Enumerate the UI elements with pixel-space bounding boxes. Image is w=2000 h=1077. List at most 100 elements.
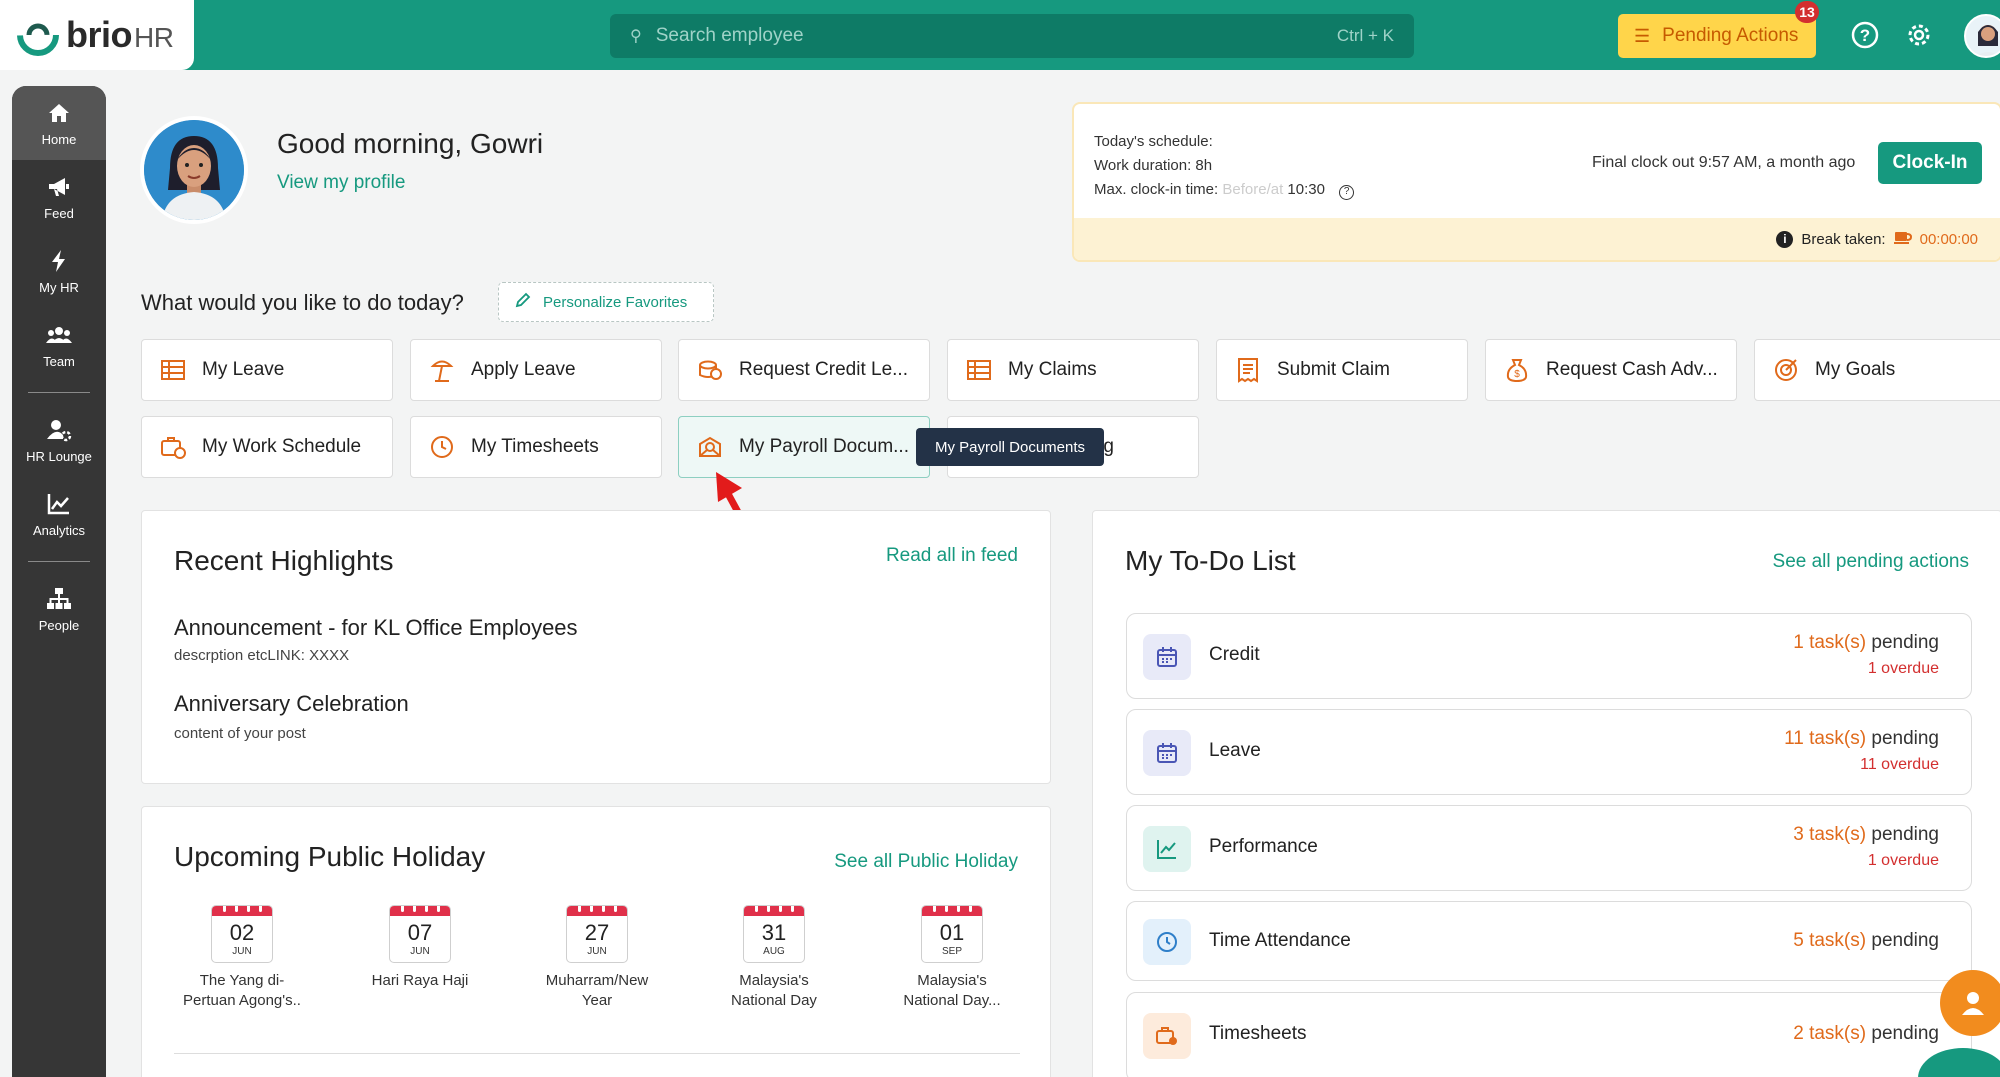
pending-count-badge: 13 [1795, 1, 1819, 23]
briefcase-clock-icon [1143, 1013, 1191, 1059]
holiday-day: 27 [584, 920, 610, 945]
todo-item-timesheets[interactable]: Timesheets 2 task(s) pending [1126, 992, 1972, 1077]
clock-in-button[interactable]: Clock-In [1878, 142, 1982, 184]
coffee-icon [1893, 229, 1912, 249]
chart-icon [47, 493, 69, 514]
search-input[interactable]: ⚲ Search employee Ctrl + K [610, 14, 1414, 58]
svg-text:?: ? [1860, 26, 1870, 45]
quick-action-label: My Leave [202, 359, 285, 380]
sidebar-item-team[interactable]: Team [12, 308, 106, 382]
final-clock-out: Final clock out 9:57 AM, a month ago [1592, 154, 1856, 171]
payroll-envelope-icon [699, 436, 721, 457]
todo-item-credit[interactable]: Credit 1 task(s) pending 1 overdue [1126, 613, 1972, 699]
holiday-day: 01 [939, 920, 965, 945]
holiday-item: 01 SEP Malaysia's National Day... [887, 905, 1017, 1011]
holiday-item: 07 JUN Hari Raya Haji [355, 905, 485, 991]
schedule-heading: Today's schedule: [1094, 133, 1213, 150]
sidebar-item-people[interactable]: People [12, 572, 106, 646]
profile-avatar[interactable] [140, 116, 248, 224]
my-timesheets-button[interactable]: My Timesheets [410, 416, 662, 478]
recent-highlights-card: Recent Highlights Read all in feed Annou… [141, 510, 1051, 784]
my-leave-button[interactable]: My Leave [141, 339, 393, 401]
todo-item-time-attendance[interactable]: Time Attendance 5 task(s) pending [1126, 901, 1972, 981]
info-icon: i [1776, 230, 1794, 248]
holiday-month: JUN [410, 946, 430, 957]
sidebar-item-analytics[interactable]: Analytics [12, 477, 106, 551]
megaphone-icon [49, 177, 69, 196]
todo-name: Time Attendance [1209, 930, 1351, 951]
sidebar-item-label: Home [41, 131, 77, 147]
request-cash-advance-button[interactable]: $ Request Cash Adv... [1485, 339, 1737, 401]
sidebar-item-label: People [38, 617, 80, 633]
highlight-title[interactable]: Announcement - for KL Office Employees [174, 615, 578, 641]
quick-action-label: My Payroll Docum... [739, 436, 909, 457]
submit-claim-button[interactable]: Submit Claim [1216, 339, 1468, 401]
divider [174, 1053, 1020, 1054]
gear-icon[interactable] [1902, 18, 1936, 52]
table-icon [967, 360, 991, 380]
sidebar-item-feed[interactable]: Feed [12, 160, 106, 234]
quick-actions-heading: What would you like to do today? [141, 290, 464, 315]
personalize-favorites-button[interactable]: Personalize Favorites [498, 282, 714, 322]
sidebar-item-label: HR Lounge [26, 448, 92, 464]
highlight-title[interactable]: Anniversary Celebration [174, 691, 409, 717]
my-claims-button[interactable]: My Claims [947, 339, 1199, 401]
todo-overdue: 1 overdue [1867, 660, 1939, 677]
my-work-schedule-button[interactable]: My Work Schedule [141, 416, 393, 478]
payroll-tooltip: My Payroll Documents [916, 428, 1104, 466]
pending-actions-button[interactable]: ☰ Pending Actions [1618, 14, 1816, 58]
todo-item-performance[interactable]: Performance 3 task(s) pending 1 overdue [1126, 805, 1972, 891]
todo-pending: 2 task(s) pending [1793, 1023, 1939, 1044]
holiday-name: Malaysia's National Day [731, 972, 817, 1009]
holiday-name: Muharram/New Year [545, 972, 649, 1009]
brio-logo[interactable]: brioHR [0, 0, 194, 70]
break-footer: i Break taken: 00:00:00 [1074, 218, 2000, 260]
see-all-pending-link[interactable]: See all pending actions [1773, 551, 1969, 573]
personalize-label: Personalize Favorites [543, 293, 688, 311]
bolt-icon [52, 249, 65, 272]
user-avatar[interactable] [1964, 14, 2000, 58]
holiday-name: The Yang di- Pertuan Agong's.. [183, 972, 301, 1009]
see-all-holiday-link[interactable]: See all Public Holiday [834, 851, 1018, 873]
card-title: Upcoming Public Holiday [174, 841, 486, 872]
team-icon [46, 326, 72, 343]
calendar-icon: 07 JUN [389, 905, 451, 963]
holiday-month: JUN [232, 946, 252, 957]
holiday-day: 31 [761, 920, 787, 945]
sidebar-item-my-hr[interactable]: My HR [12, 234, 106, 308]
briefcase-clock-icon [161, 437, 186, 459]
top-bar: brioHR ⚲ Search employee Ctrl + K ☰ Pend… [0, 0, 2000, 70]
sidebar-item-hr-lounge[interactable]: HR Lounge [12, 403, 106, 477]
support-chat-button[interactable] [1940, 970, 2000, 1036]
work-duration: Work duration: 8h [1094, 157, 1213, 174]
request-credit-leave-button[interactable]: Request Credit Le... [678, 339, 930, 401]
sidebar-item-label: Analytics [32, 522, 86, 538]
pencil-icon [515, 292, 531, 312]
max-clockin-qualifier: Before/at [1222, 181, 1284, 198]
beach-icon [430, 360, 454, 382]
search-placeholder: Search employee [655, 25, 804, 46]
max-clockin-row: Max. clock-in time: Before/at 10:30 ? [1094, 178, 1355, 202]
todo-overdue: 1 overdue [1867, 852, 1939, 869]
sidebar-item-home[interactable]: Home [12, 86, 106, 160]
help-icon[interactable]: ? [1848, 18, 1882, 52]
quick-action-label: My Claims [1008, 359, 1097, 380]
view-profile-link[interactable]: View my profile [277, 172, 405, 194]
apply-leave-button[interactable]: Apply Leave [410, 339, 662, 401]
help-icon[interactable]: ? [1339, 185, 1355, 200]
break-time: 00:00:00 [1919, 230, 1978, 248]
read-all-feed-link[interactable]: Read all in feed [886, 545, 1018, 567]
todo-item-leave[interactable]: Leave 11 task(s) pending 11 overdue [1126, 709, 1972, 795]
todo-name: Performance [1209, 836, 1318, 857]
calendar-icon: 02 JUN [211, 905, 273, 963]
quick-action-label: Request Credit Le... [739, 359, 908, 380]
my-goals-button[interactable]: My Goals [1754, 339, 2000, 401]
holiday-day: 07 [407, 920, 433, 945]
coins-icon [699, 360, 722, 380]
brio-logo-icon [17, 14, 59, 56]
holiday-day: 02 [229, 920, 255, 945]
sidebar-divider [28, 561, 90, 562]
todo-overdue: 11 overdue [1860, 756, 1939, 773]
calendar-icon: 27 JUN [566, 905, 628, 963]
table-icon [161, 360, 185, 380]
